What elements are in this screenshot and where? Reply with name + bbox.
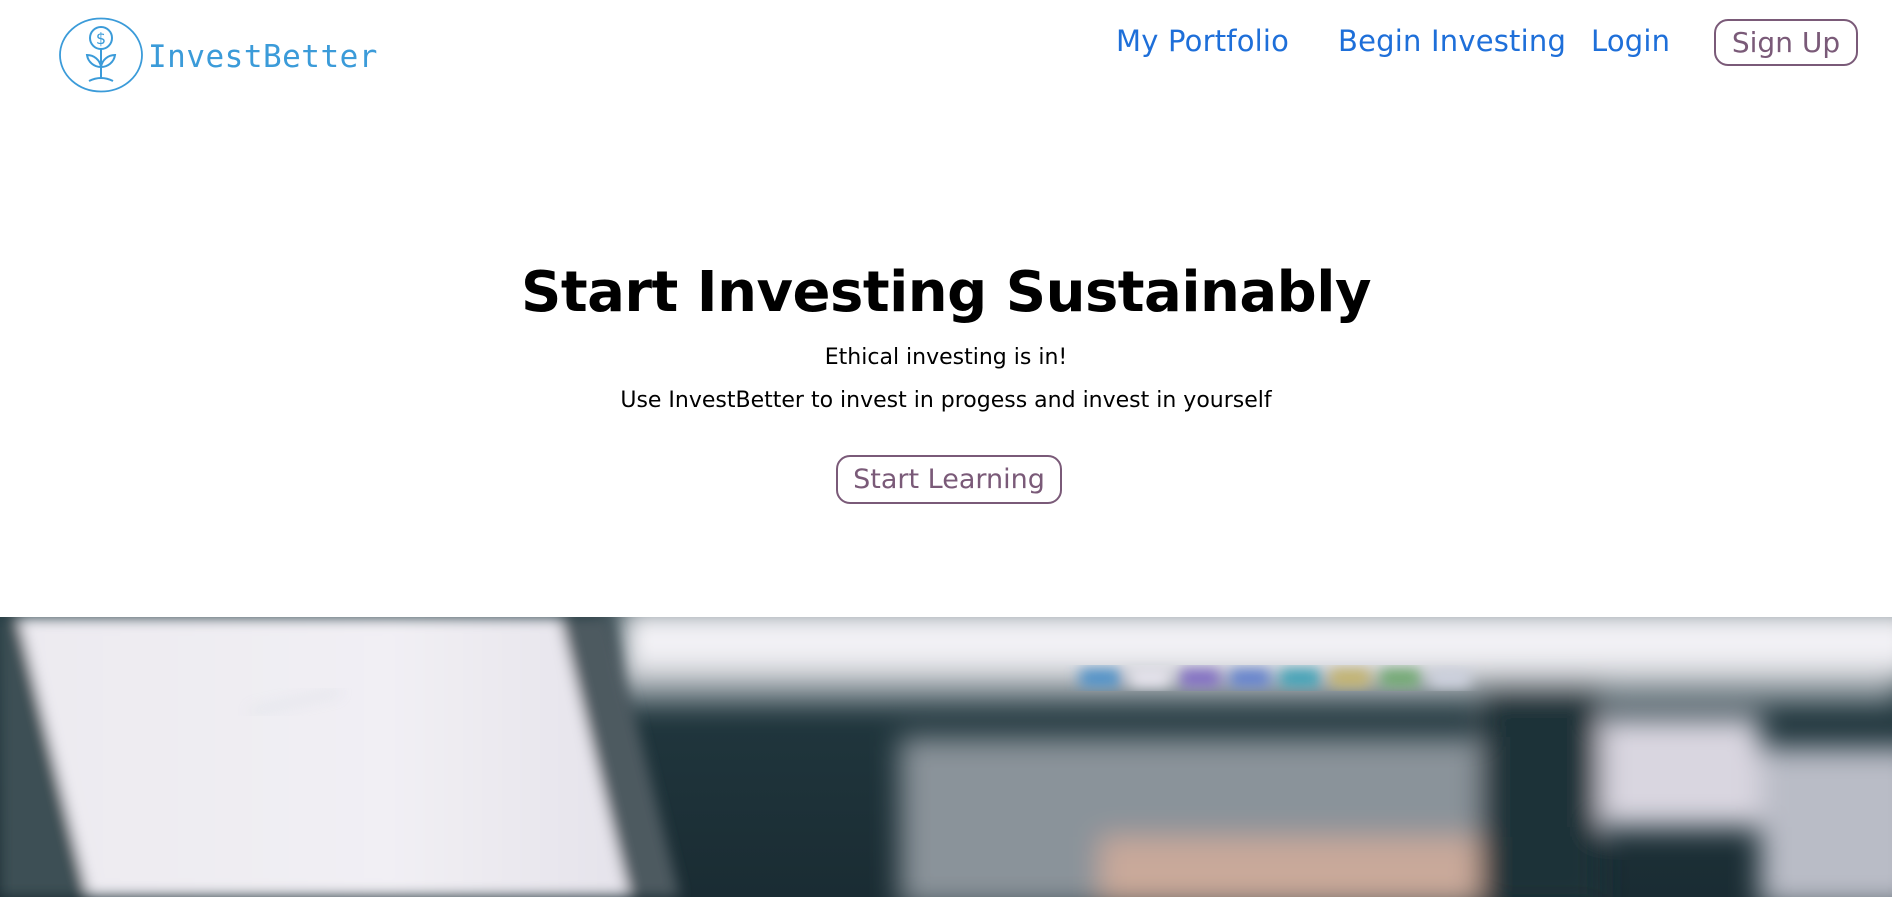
hero-tagline: Ethical investing is in! (824, 345, 1068, 370)
hero-section: Start Investing Sustainably Ethical inve… (0, 0, 1892, 617)
hero-title: Start Investing Sustainably (521, 260, 1371, 325)
landing-page: $ InvestBetter My Portfolio Begin Invest… (0, 0, 1892, 897)
hero-description: Use InvestBetter to invest in progess an… (620, 388, 1272, 413)
start-learning-button[interactable]: Start Learning (836, 455, 1062, 504)
blurred-laptop-photo (0, 617, 1892, 897)
banner-image (0, 617, 1892, 897)
